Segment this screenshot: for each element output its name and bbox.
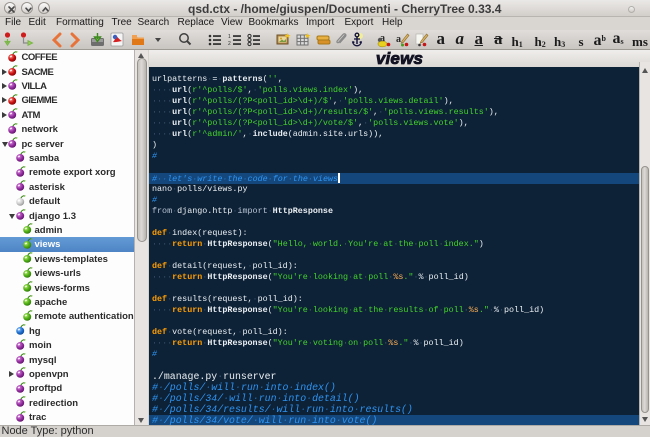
svg-text:2: 2 xyxy=(228,41,231,47)
svg-text:1: 1 xyxy=(228,34,231,40)
svg-text:a: a xyxy=(396,34,401,45)
